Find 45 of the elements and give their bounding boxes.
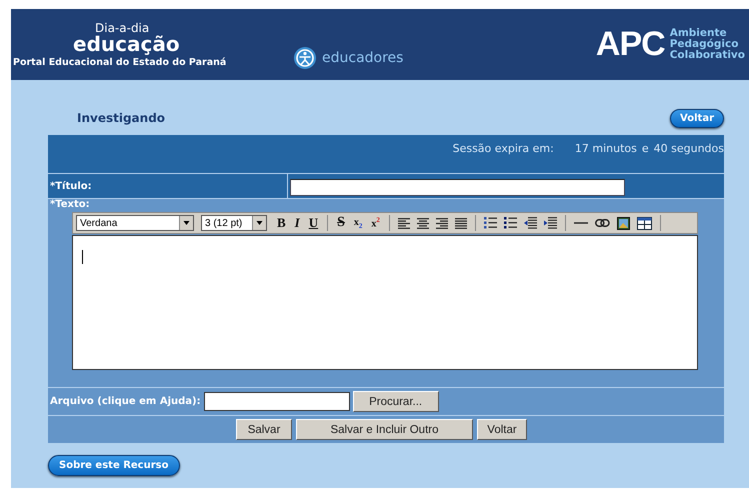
align-left-icon[interactable] [398,218,410,228]
align-center-icon[interactable] [416,218,429,228]
back-button[interactable]: Voltar [670,108,724,128]
apc-subtitle-line: Colaborativo [670,50,745,61]
subscript-button[interactable]: x$_{2}$ [350,216,366,230]
strikethrough-button[interactable]: S [334,215,348,231]
session-minutes: 17 minutos [574,142,637,155]
session-label: Sessão expira em: [452,142,554,155]
about-resource-button[interactable]: Sobre este Recurso [48,455,180,476]
outdent-icon[interactable] [524,217,537,229]
image-icon[interactable] [616,216,630,230]
file-input[interactable] [204,392,350,411]
form-button[interactable]: Voltar [477,419,527,440]
session-and: e [642,142,649,155]
portal-name: Portal Educacional do Estado do Paraná [13,56,226,68]
justify-icon[interactable] [454,218,467,228]
browse-button[interactable]: Procurar... [352,391,439,412]
numbered-list-icon[interactable] [484,217,497,229]
session-seconds: 40 segundos [654,142,724,155]
underline-button[interactable]: U [306,215,322,231]
bold-button[interactable]: B [274,215,289,231]
superscript-button[interactable]: x$^{2}$ [368,216,383,230]
align-right-icon[interactable] [436,218,448,228]
title-label: *Título: [48,174,288,198]
title-input[interactable] [290,178,625,196]
size-select[interactable]: 3 (12 pt) [201,215,267,231]
font-select[interactable]: Verdana [76,215,194,231]
person-circle-icon [293,46,317,70]
bullet-list-icon[interactable] [504,217,517,229]
logo-wordmark: educação [73,34,180,54]
page-title: Investigando [77,111,166,125]
section-name: educadores [322,50,404,66]
link-icon[interactable] [594,219,610,227]
file-label: Arquivo (clique em Ajuda): [49,396,201,407]
apc-subtitle-line: Pedagógico [670,39,740,50]
table-icon[interactable] [636,216,652,230]
form-button[interactable]: Salvar e Incluir Outro [296,419,473,440]
horizontal-rule-icon[interactable] [574,221,588,225]
form-button[interactable]: Salvar [236,419,292,440]
italic-button[interactable]: I [292,215,303,231]
indent-icon[interactable] [544,217,557,229]
logo-tagline: Dia-a-dia [95,22,150,34]
apc-subtitle-line: Ambiente [670,28,727,39]
text-label: *Texto: [49,199,90,210]
apc-logo: APC [596,25,665,64]
